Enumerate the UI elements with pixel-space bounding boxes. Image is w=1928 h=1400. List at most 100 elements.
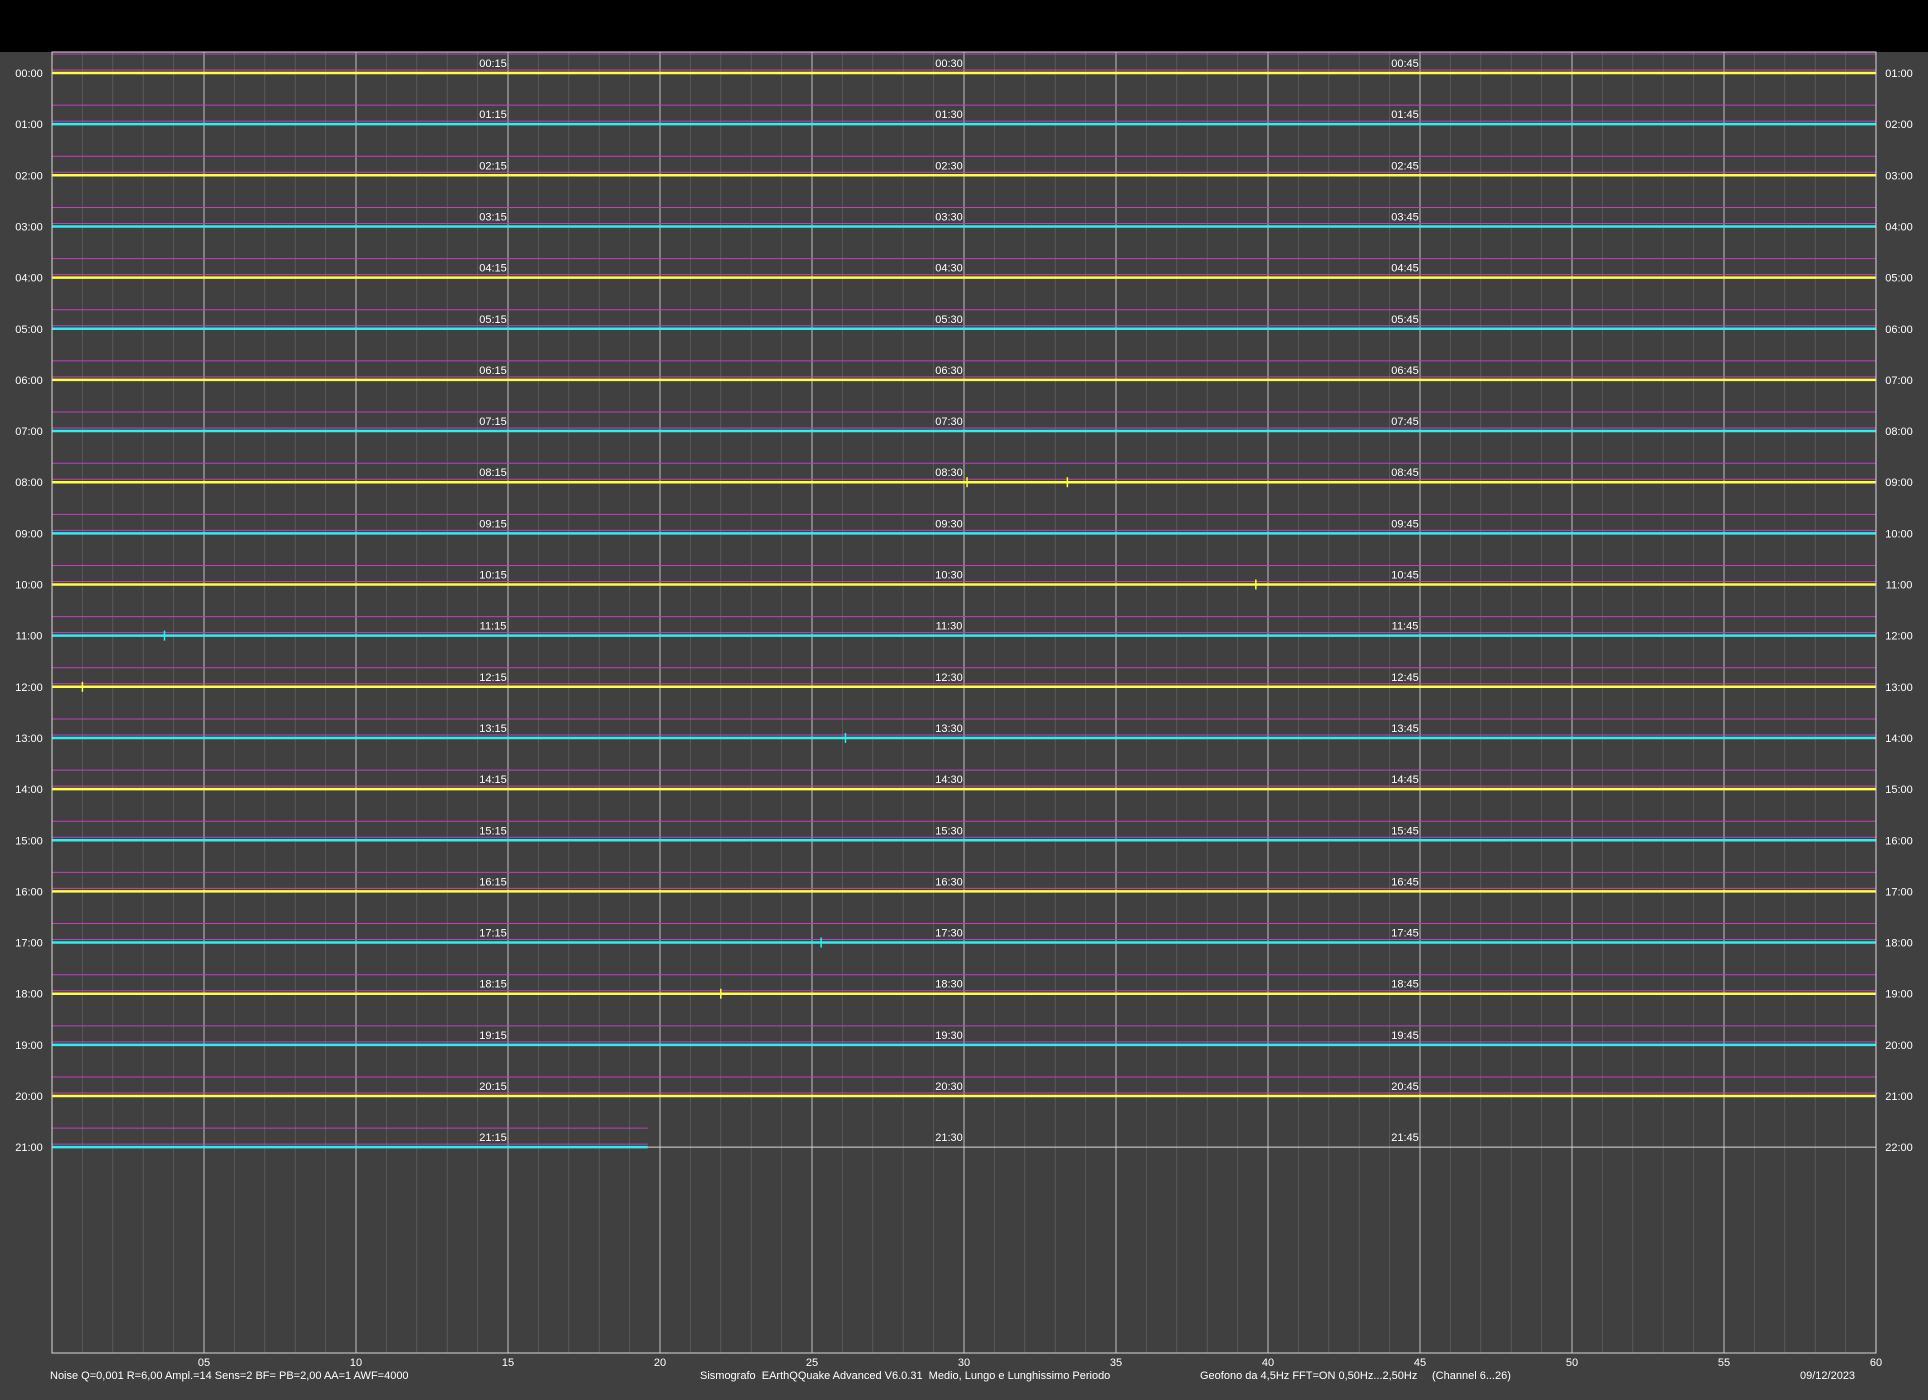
quarter-label: 11:15 [480, 621, 507, 633]
x-tick-label: 10 [350, 1357, 362, 1369]
quarter-label: 10:15 [479, 570, 507, 582]
footer-params: Noise Q=0,001 R=6,00 Ampl.=14 Sens=2 BF=… [50, 1370, 409, 1382]
row-label-left: 09:00 [15, 528, 43, 540]
row-label-right: 05:00 [1885, 273, 1913, 285]
quarter-label: 13:15 [479, 723, 507, 735]
x-tick-label: 55 [1718, 1357, 1730, 1369]
x-tick-label: 05 [198, 1357, 210, 1369]
quarter-label: 00:15 [479, 58, 507, 70]
quarter-label: 19:30 [935, 1030, 963, 1042]
row-label-right: 11:00 [1886, 580, 1913, 592]
quarter-label: 00:45 [1391, 58, 1419, 70]
quarter-label: 18:15 [479, 979, 507, 991]
x-tick-label: 25 [806, 1357, 818, 1369]
row-label-left: 21:00 [15, 1142, 43, 1154]
quarter-label: 13:45 [1391, 723, 1419, 735]
quarter-label: 07:30 [935, 416, 963, 428]
quarter-label: 04:15 [479, 263, 507, 275]
quarter-label: 21:15 [479, 1132, 507, 1144]
quarter-label: 17:30 [935, 928, 963, 940]
row-label-left: 10:00 [15, 580, 43, 592]
x-tick-label: 35 [1110, 1357, 1122, 1369]
quarter-label: 01:15 [479, 109, 507, 121]
row-label-left: 13:00 [15, 733, 43, 745]
x-tick-label: 40 [1262, 1357, 1274, 1369]
row-label-right: 03:00 [1885, 170, 1913, 182]
row-label-right: 22:00 [1885, 1142, 1913, 1154]
quarter-label: 12:15 [479, 672, 507, 684]
row-label-left: 06:00 [15, 375, 43, 387]
seismogram-chart: 05 10 15 20 25 30 35 40 45 50 55 60 00:00 01:00 00:15 0… [15, 51, 1913, 1369]
row-label-right: 12:00 [1885, 631, 1913, 643]
row-label-left: 12:00 [15, 682, 43, 694]
quarter-label: 10:30 [935, 570, 963, 582]
row-label-right: 02:00 [1885, 119, 1913, 131]
quarter-label: 09:45 [1391, 518, 1419, 530]
quarter-label: 11:30 [936, 621, 963, 633]
row-label-right: 15:00 [1885, 784, 1913, 796]
quarter-label: 14:30 [935, 774, 963, 786]
quarter-label: 04:45 [1391, 263, 1419, 275]
quarter-label: 06:30 [935, 365, 963, 377]
quarter-label: 05:15 [479, 314, 507, 326]
quarter-label: 08:30 [935, 467, 963, 479]
row-label-right: 04:00 [1885, 221, 1913, 233]
quarter-label: 20:15 [479, 1081, 507, 1093]
quarter-label: 14:15 [479, 774, 507, 786]
quarter-label: 08:15 [479, 467, 507, 479]
quarter-label: 14:45 [1391, 774, 1419, 786]
quarter-label: 03:30 [935, 211, 963, 223]
row-label-left: 14:00 [15, 784, 43, 796]
row-label-right: 07:00 [1885, 375, 1913, 387]
quarter-label: 16:30 [935, 876, 963, 888]
row-label-right: 18:00 [1885, 938, 1913, 950]
quarter-label: 11:45 [1392, 621, 1419, 633]
quarter-label: 06:15 [479, 365, 507, 377]
quarter-label: 02:45 [1391, 160, 1419, 172]
quarter-label: 06:45 [1391, 365, 1419, 377]
row-label-right: 16:00 [1885, 835, 1913, 847]
quarter-label: 21:45 [1391, 1132, 1419, 1144]
quarter-label: 09:15 [479, 518, 507, 530]
quarter-label: 20:45 [1391, 1081, 1419, 1093]
quarter-label: 15:15 [479, 825, 507, 837]
x-tick-label: 15 [502, 1357, 514, 1369]
row-label-left: 01:00 [15, 119, 43, 131]
row-label-left: 05:00 [15, 324, 43, 336]
quarter-label: 15:45 [1391, 825, 1419, 837]
quarter-label: 05:45 [1391, 314, 1419, 326]
row-label-left: 02:00 [15, 170, 43, 182]
row-label-left: 00:00 [15, 68, 43, 80]
quarter-label: 01:45 [1391, 109, 1419, 121]
quarter-label: 17:15 [479, 928, 507, 940]
row-label-left: 03:00 [15, 221, 43, 233]
row-label-right: 10:00 [1885, 528, 1913, 540]
footer-channel: (Channel 6...26) [1432, 1370, 1511, 1382]
quarter-label: 15:30 [935, 825, 963, 837]
quarter-label: 09:30 [935, 518, 963, 530]
quarter-label: 05:30 [935, 314, 963, 326]
row-label-left: 20:00 [15, 1091, 43, 1103]
quarter-label: 17:45 [1391, 928, 1419, 940]
quarter-label: 16:15 [479, 876, 507, 888]
row-label-right: 01:00 [1885, 68, 1913, 80]
quarter-label: 20:30 [935, 1081, 963, 1093]
row-label-left: 17:00 [15, 938, 43, 950]
quarter-label: 07:45 [1391, 416, 1419, 428]
x-tick-label: 60 [1870, 1357, 1882, 1369]
footer-sensor: Geofono da 4,5Hz FFT=ON 0,50Hz...2,50Hz [1200, 1370, 1418, 1382]
row-label-left: 15:00 [15, 835, 43, 847]
row-label-left: 19:00 [15, 1040, 43, 1052]
row-label-right: 13:00 [1885, 682, 1913, 694]
x-tick-label: 50 [1566, 1357, 1578, 1369]
quarter-label: 16:45 [1391, 876, 1419, 888]
row-label-right: 21:00 [1885, 1091, 1913, 1103]
quarter-label: 10:45 [1391, 570, 1419, 582]
quarter-label: 02:30 [935, 160, 963, 172]
quarter-label: 07:15 [479, 416, 507, 428]
row-label-left: 18:00 [15, 989, 43, 1001]
row-label-right: 08:00 [1885, 426, 1913, 438]
row-label-left: 11:00 [16, 631, 43, 643]
quarter-label: 19:45 [1391, 1030, 1419, 1042]
row-label-right: 20:00 [1885, 1040, 1913, 1052]
